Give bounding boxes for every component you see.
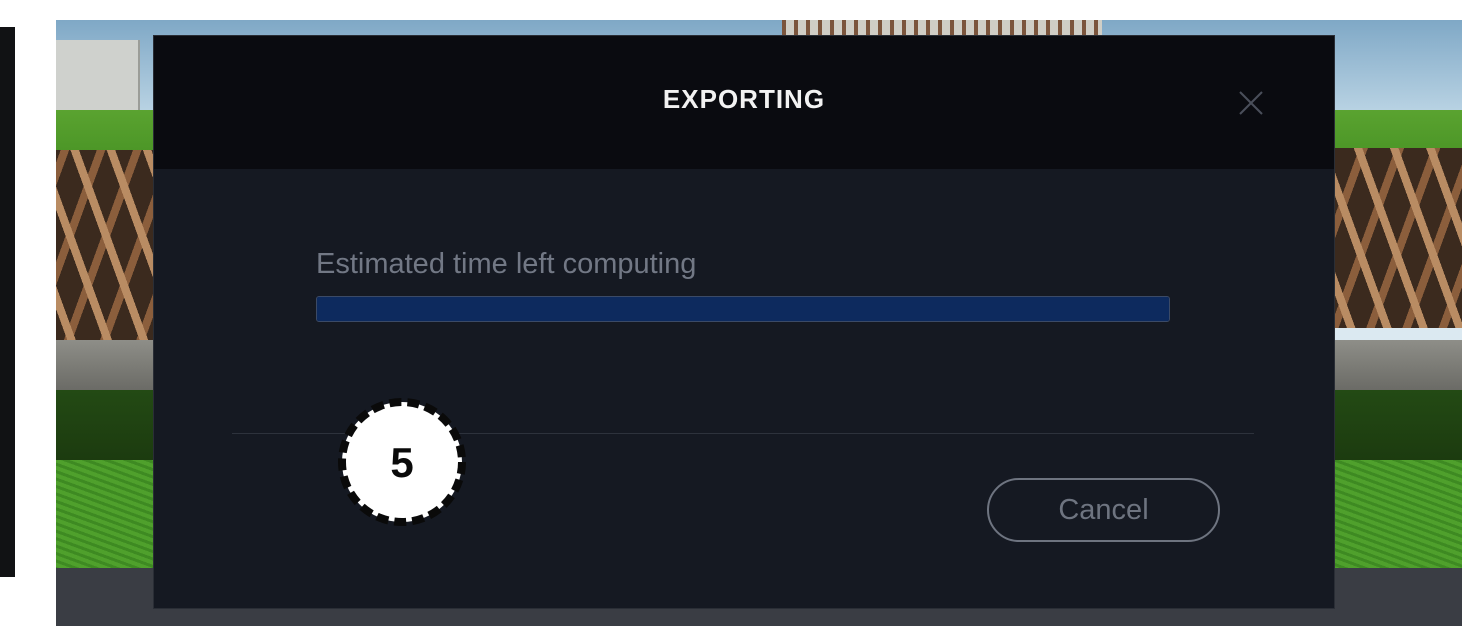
close-icon[interactable] <box>1236 88 1266 118</box>
left-sidebar <box>0 27 15 577</box>
step-number: 5 <box>390 439 414 486</box>
cancel-button[interactable]: Cancel <box>987 478 1220 542</box>
progress-bar <box>316 296 1170 322</box>
scene-fence-right <box>1332 148 1462 328</box>
export-dialog: EXPORTING Estimated time left computing … <box>153 35 1335 609</box>
scene-fence-left <box>56 150 156 350</box>
dialog-header: EXPORTING <box>154 36 1334 169</box>
dialog-title: EXPORTING <box>662 84 826 114</box>
status-text: Estimated time left computing <box>316 248 697 280</box>
progress-fill <box>317 297 1169 321</box>
